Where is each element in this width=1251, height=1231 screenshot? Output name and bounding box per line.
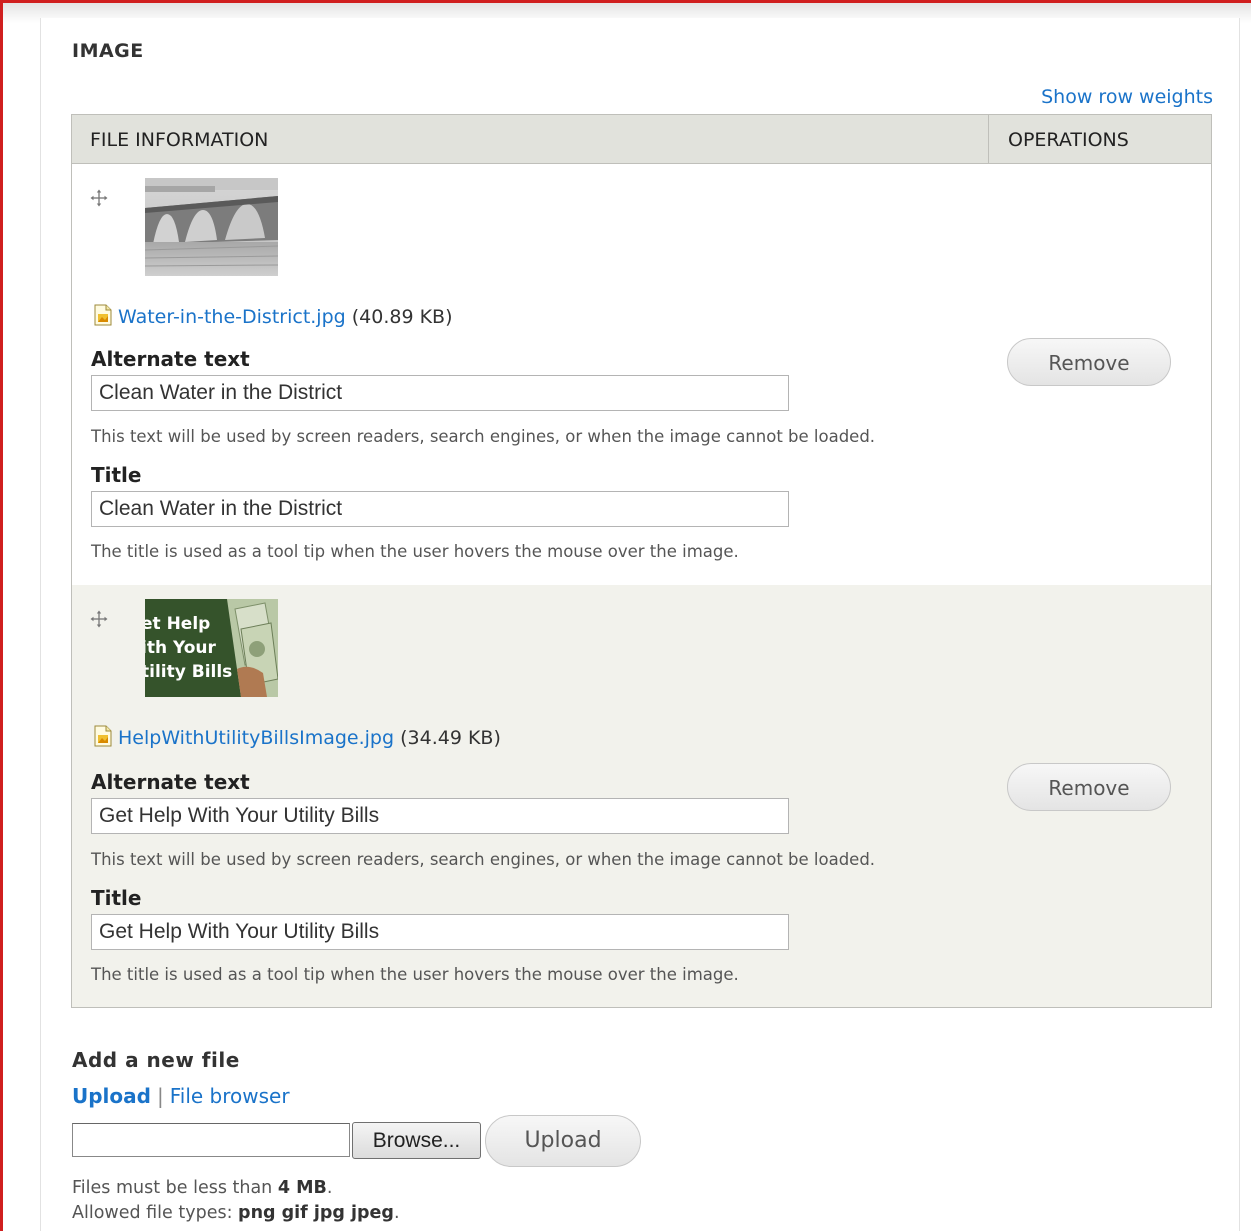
remove-button[interactable]: Remove bbox=[1007, 763, 1171, 811]
file-size: (40.89 KB) bbox=[351, 306, 453, 328]
file-types-note: Allowed file types: png gif jpg jpeg. bbox=[72, 1203, 400, 1223]
file-link[interactable]: Water-in-the-District.jpg bbox=[118, 306, 346, 328]
alt-text-label: Alternate text bbox=[91, 347, 250, 371]
size-limit-value: 4 MB bbox=[277, 1178, 327, 1198]
title-input[interactable]: Get Help With Your Utility Bills bbox=[91, 914, 789, 950]
image-file-icon bbox=[94, 304, 112, 331]
file-path-input[interactable] bbox=[72, 1123, 350, 1157]
thumb-text-line-1: et Help bbox=[145, 614, 210, 634]
title-label: Title bbox=[91, 463, 142, 487]
image-thumbnail: et Help ith Your tility Bills bbox=[145, 599, 278, 697]
file-size: (34.49 KB) bbox=[400, 727, 501, 749]
table-row: et Help ith Your tility Bills HelpWithUt… bbox=[72, 585, 1211, 1007]
column-header-operations: OPERATIONS bbox=[1008, 129, 1129, 151]
alt-text-input[interactable]: Get Help With Your Utility Bills bbox=[91, 798, 789, 834]
upload-button[interactable]: Upload bbox=[485, 1115, 641, 1167]
remove-button[interactable]: Remove bbox=[1007, 338, 1171, 386]
title-label: Title bbox=[91, 886, 142, 910]
show-row-weights-link[interactable]: Show row weights bbox=[1041, 86, 1213, 108]
image-thumbnail bbox=[145, 178, 278, 276]
file-types-value: png gif jpg jpeg bbox=[238, 1203, 394, 1223]
source-tabs: Upload | File browser bbox=[72, 1084, 290, 1108]
alt-text-help: This text will be used by screen readers… bbox=[91, 850, 876, 869]
thumb-text-line-2: ith Your bbox=[145, 638, 217, 658]
title-input[interactable]: Clean Water in the District bbox=[91, 491, 789, 527]
upload-source-link[interactable]: Upload bbox=[72, 1084, 151, 1108]
files-table: FILE INFORMATION OPERATIONS Water-in-the… bbox=[71, 114, 1212, 1008]
image-file-icon bbox=[94, 725, 112, 752]
browse-button[interactable]: Browse... bbox=[352, 1122, 481, 1159]
frame-left-border bbox=[0, 0, 3, 1231]
section-title: IMAGE bbox=[72, 40, 144, 62]
link-separator: | bbox=[156, 1084, 164, 1108]
add-new-file-title: Add a new file bbox=[72, 1048, 240, 1072]
title-help: The title is used as a tool tip when the… bbox=[91, 542, 739, 561]
alt-text-input[interactable]: Clean Water in the District bbox=[91, 375, 789, 411]
alt-text-help: This text will be used by screen readers… bbox=[91, 427, 876, 446]
file-browser-link[interactable]: File browser bbox=[170, 1084, 290, 1108]
file-info: HelpWithUtilityBillsImage.jpg (34.49 KB) bbox=[94, 725, 501, 752]
size-limit-note: Files must be less than 4 MB. bbox=[72, 1178, 333, 1198]
table-header: FILE INFORMATION OPERATIONS bbox=[72, 115, 1211, 164]
drag-handle-icon[interactable] bbox=[90, 189, 108, 207]
file-info: Water-in-the-District.jpg (40.89 KB) bbox=[94, 304, 453, 331]
title-help: The title is used as a tool tip when the… bbox=[91, 965, 739, 984]
drag-handle-icon[interactable] bbox=[90, 610, 108, 628]
alt-text-label: Alternate text bbox=[91, 770, 250, 794]
column-header-file-information: FILE INFORMATION bbox=[90, 129, 269, 151]
header-divider bbox=[988, 115, 989, 163]
thumb-text-line-3: tility Bills bbox=[145, 662, 232, 682]
file-link[interactable]: HelpWithUtilityBillsImage.jpg bbox=[118, 727, 394, 749]
table-row: Water-in-the-District.jpg (40.89 KB) Alt… bbox=[72, 164, 1211, 585]
